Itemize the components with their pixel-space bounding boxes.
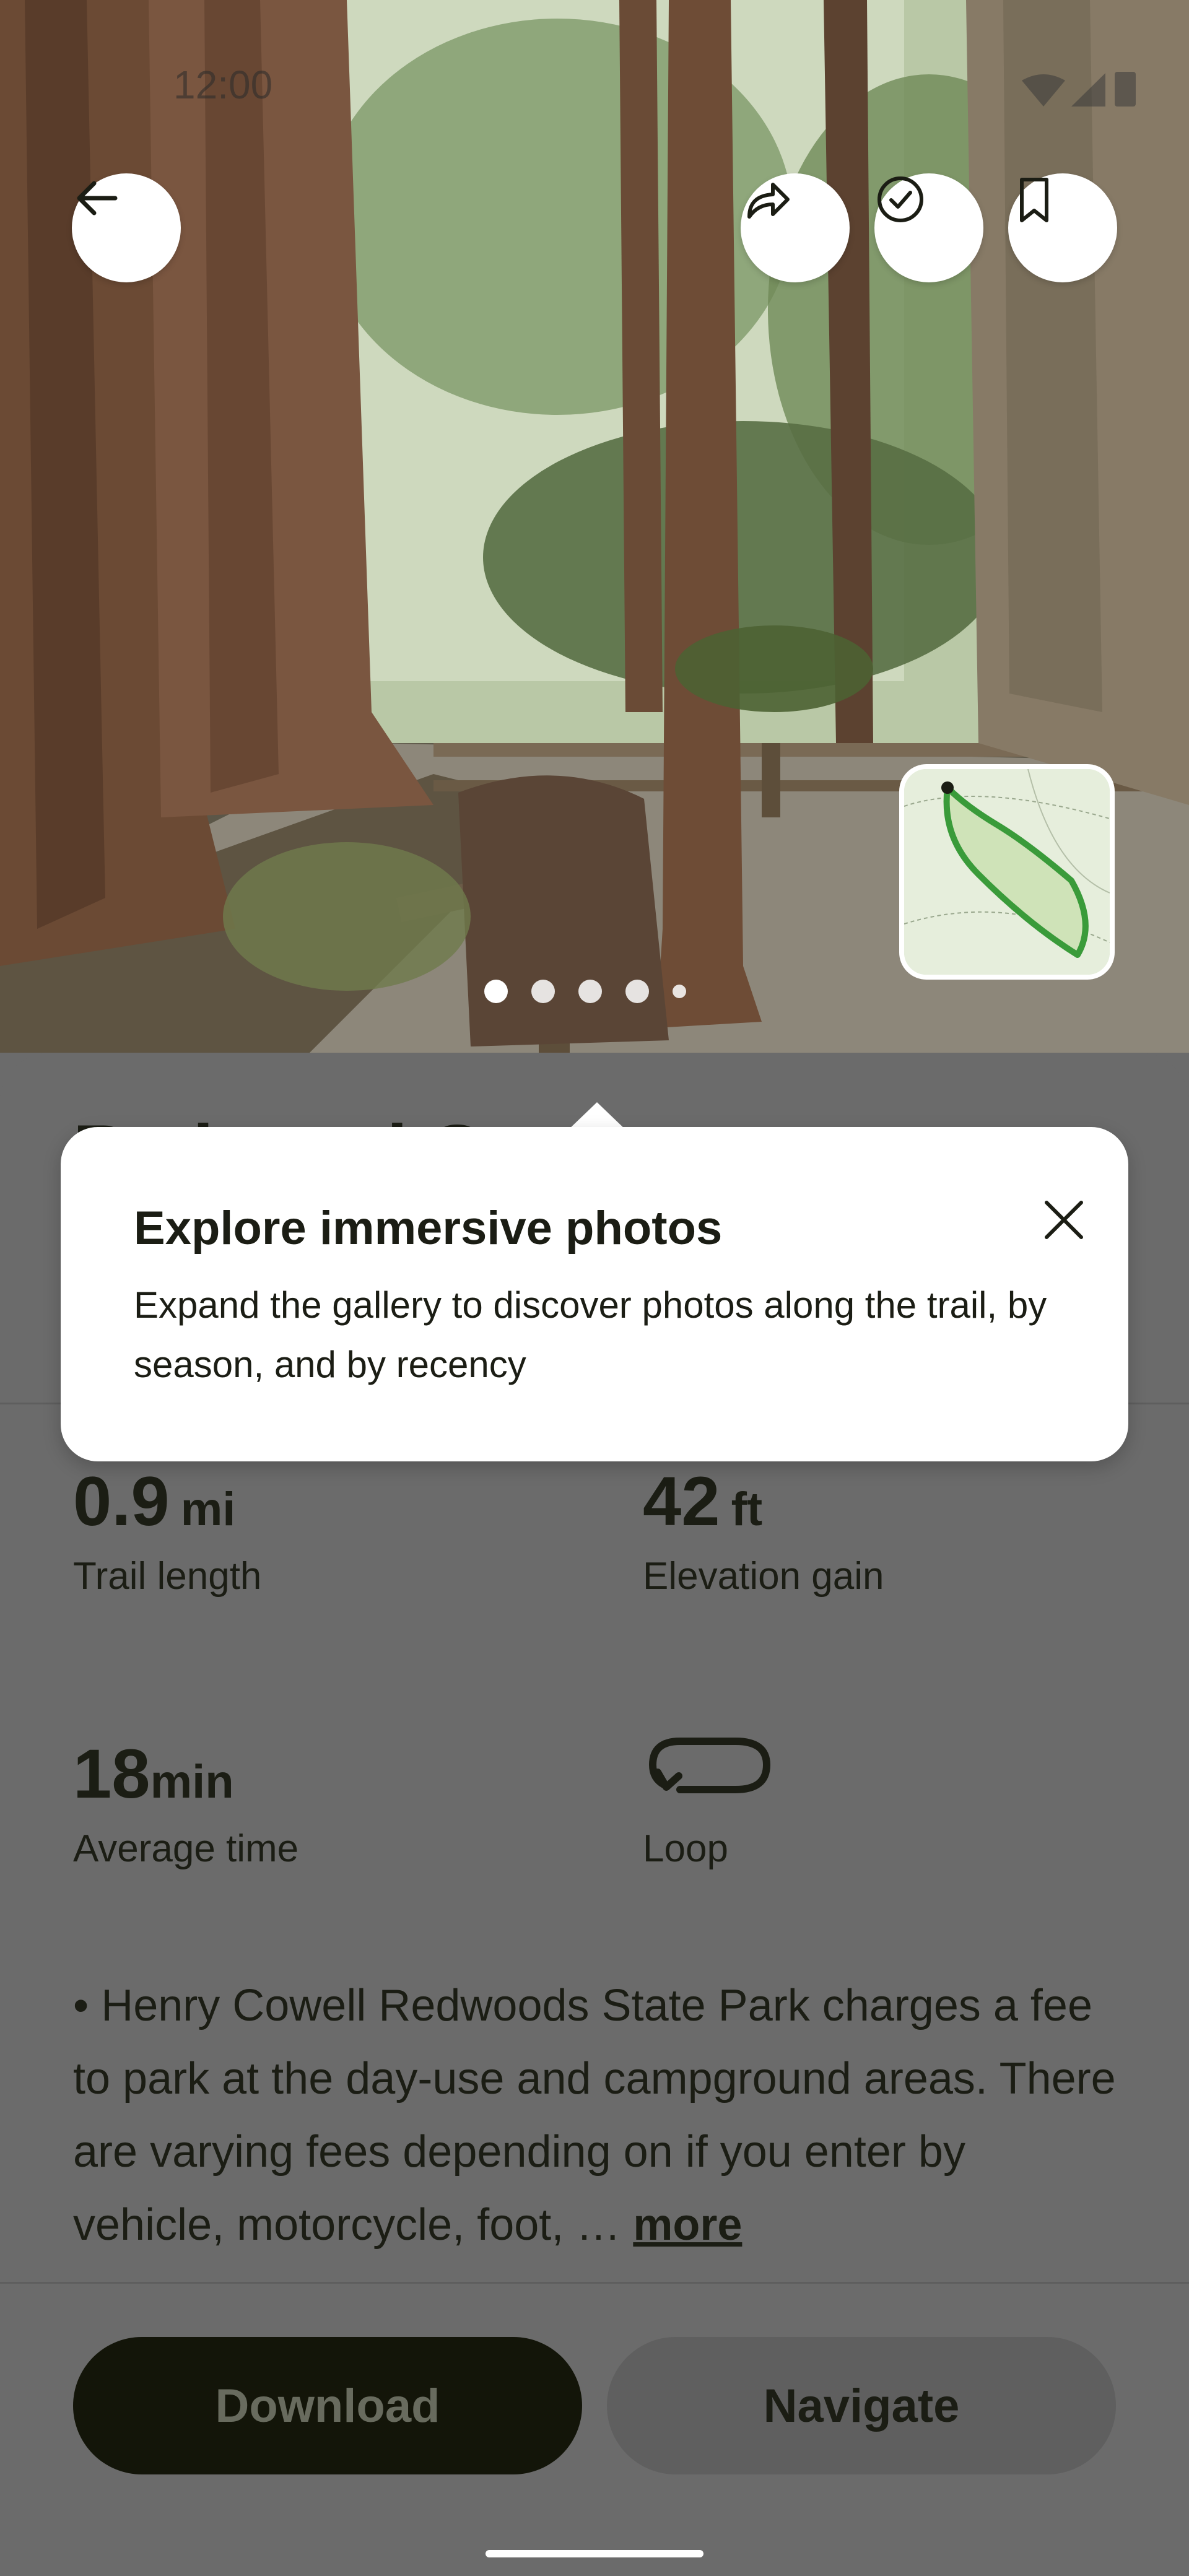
trail-description: • Henry Cowell Redwoods State Park charg… [73,1969,1126,2261]
tooltip-title: Explore immersive photos [134,1202,723,1255]
battery-icon [1115,72,1136,107]
bookmark-icon [1020,178,1048,222]
signal-icon [1071,73,1105,107]
trail-map-thumbnail[interactable] [899,764,1115,980]
gallery-dot[interactable] [673,985,686,998]
tooltip-body: Expand the gallery to discover photos al… [134,1284,1047,1385]
gallery-dot[interactable] [531,980,555,1003]
elevation-number: 42 [643,1463,720,1540]
elevation-gain-value: 42 ft [643,1461,762,1541]
arrow-left-icon [77,181,118,215]
elevation-unit: ft [731,1483,763,1536]
share-button[interactable] [741,173,850,282]
time-unit: min [150,1756,234,1808]
hero-photo[interactable]: 12:00 [0,0,1189,1053]
status-time: 12:00 [173,63,273,107]
read-more-link[interactable]: more [633,2200,742,2250]
wifi-icon [1022,74,1065,107]
gallery-dot[interactable] [625,980,649,1003]
trail-length-value: 0.9 mi [73,1461,235,1541]
divider [0,2282,1189,2284]
description-ellipsis: … [576,2200,634,2250]
time-number: 18 [73,1735,150,1812]
close-icon [1045,1201,1083,1239]
elevation-gain-label: Elevation gain [643,1555,884,1598]
save-button[interactable] [1008,173,1117,282]
share-arrow-icon [747,183,790,219]
trail-length-label: Trail length [73,1555,262,1598]
home-indicator[interactable] [486,2550,703,2557]
gallery-dot[interactable] [578,980,602,1003]
navigate-button[interactable]: Navigate [607,2337,1116,2474]
explore-photos-tooltip: Explore immersive photos Expand the gall… [61,1127,1128,1461]
check-circle-icon [878,176,923,222]
trail-length-unit: mi [180,1483,236,1536]
gallery-page-indicator [484,980,686,1003]
trail-length-number: 0.9 [73,1463,170,1540]
trail-map-icon [904,769,1110,975]
status-icons [1016,68,1139,111]
gallery-dot[interactable] [484,980,508,1003]
download-button[interactable]: Download [73,2337,582,2474]
back-button[interactable] [72,173,181,282]
loop-icon [643,1728,779,1811]
close-tooltip-button[interactable] [1027,1183,1101,1257]
mark-completed-button[interactable] [874,173,983,282]
status-bar: 12:00 [0,0,1189,107]
average-time-value: 18min [73,1734,234,1814]
route-type-label: Loop [643,1827,728,1870]
average-time-label: Average time [73,1827,299,1870]
